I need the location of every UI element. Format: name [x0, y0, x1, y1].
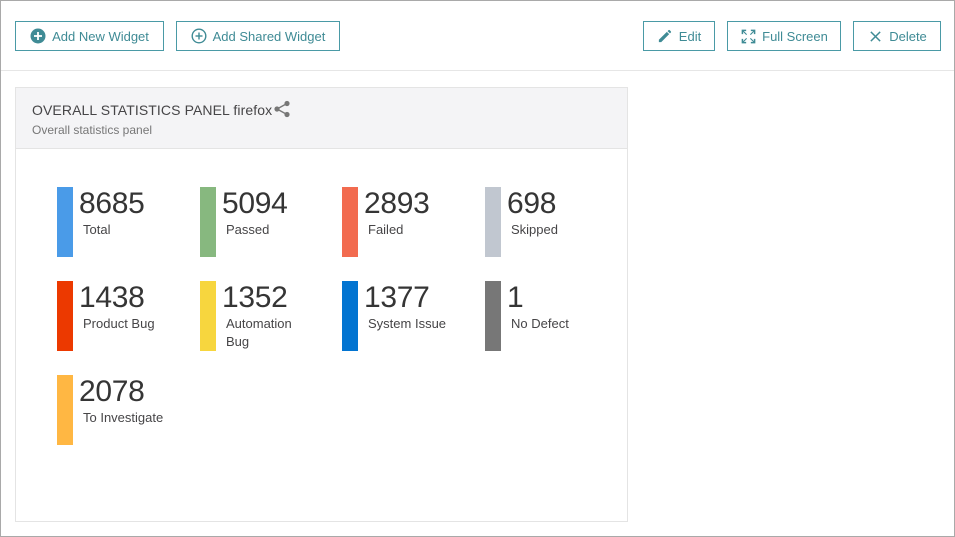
stat-no-defect[interactable]: 1 No Defect [485, 281, 615, 353]
stat-to-investigate[interactable]: 2078 To Investigate [57, 375, 187, 447]
stat-value: 1377 [364, 281, 430, 314]
stat-color-bar [485, 281, 501, 351]
stat-label: Failed [368, 222, 404, 237]
dashboard-toolbar: Add New Widget Add Shared Widget Edit Fu… [1, 1, 954, 71]
delete-button[interactable]: Delete [853, 21, 941, 51]
plus-circle-outline-icon [191, 28, 207, 44]
plus-circle-filled-icon [30, 28, 46, 44]
stat-color-bar [342, 187, 358, 257]
stat-label: No Defect [511, 316, 569, 331]
stat-total[interactable]: 8685 Total [57, 187, 187, 259]
stat-failed[interactable]: 2893 Failed [342, 187, 472, 259]
stat-color-bar [485, 187, 501, 257]
widget-header[interactable]: OVERALL STATISTICS PANEL firefox Overall… [16, 88, 627, 149]
add-new-widget-button[interactable]: Add New Widget [15, 21, 164, 51]
stat-skipped[interactable]: 698 Skipped [485, 187, 615, 259]
full-screen-button[interactable]: Full Screen [727, 21, 841, 51]
stat-color-bar [200, 187, 216, 257]
stat-label: To Investigate [83, 410, 164, 425]
stat-passed[interactable]: 5094 Passed [200, 187, 330, 259]
close-icon [867, 28, 883, 44]
stat-color-bar [342, 281, 358, 351]
stat-color-bar [57, 375, 73, 445]
full-screen-label: Full Screen [762, 28, 828, 44]
stat-color-bar [57, 281, 73, 351]
add-shared-widget-label: Add Shared Widget [212, 28, 326, 44]
dashboard-frame: Add New Widget Add Shared Widget Edit Fu… [0, 0, 955, 537]
stat-value: 1438 [79, 281, 145, 314]
widget-subtitle: Overall statistics panel [32, 123, 153, 137]
edit-button[interactable]: Edit [643, 21, 715, 51]
stat-system-issue[interactable]: 1377 System Issue [342, 281, 472, 353]
stat-value: 5094 [222, 187, 288, 220]
stat-color-bar [200, 281, 216, 351]
stat-automation-bug[interactable]: 1352 Automation Bug [200, 281, 330, 353]
share-icon[interactable] [273, 100, 291, 118]
stat-label: Automation Bug [226, 316, 292, 349]
add-new-widget-label: Add New Widget [52, 28, 149, 44]
stat-label: Total [83, 222, 111, 237]
stat-value: 1352 [222, 281, 288, 314]
delete-label: Delete [889, 28, 927, 44]
stat-label: Passed [226, 222, 270, 237]
add-shared-widget-button[interactable]: Add Shared Widget [176, 21, 340, 51]
stat-label: System Issue [368, 316, 447, 331]
pencil-icon [657, 28, 673, 44]
edit-label: Edit [678, 28, 702, 44]
stat-value: 698 [507, 187, 557, 220]
expand-icon [740, 28, 756, 44]
stat-value: 2078 [79, 375, 145, 408]
stat-value: 1 [507, 281, 524, 314]
widget-title: OVERALL STATISTICS PANEL firefox [32, 102, 273, 118]
stat-value: 2893 [364, 187, 430, 220]
stat-label: Product Bug [83, 316, 155, 331]
stat-label: Skipped [511, 222, 558, 237]
overall-statistics-widget: OVERALL STATISTICS PANEL firefox Overall… [15, 87, 628, 522]
stat-value: 8685 [79, 187, 145, 220]
stat-color-bar [57, 187, 73, 257]
stat-product-bug[interactable]: 1438 Product Bug [57, 281, 187, 353]
